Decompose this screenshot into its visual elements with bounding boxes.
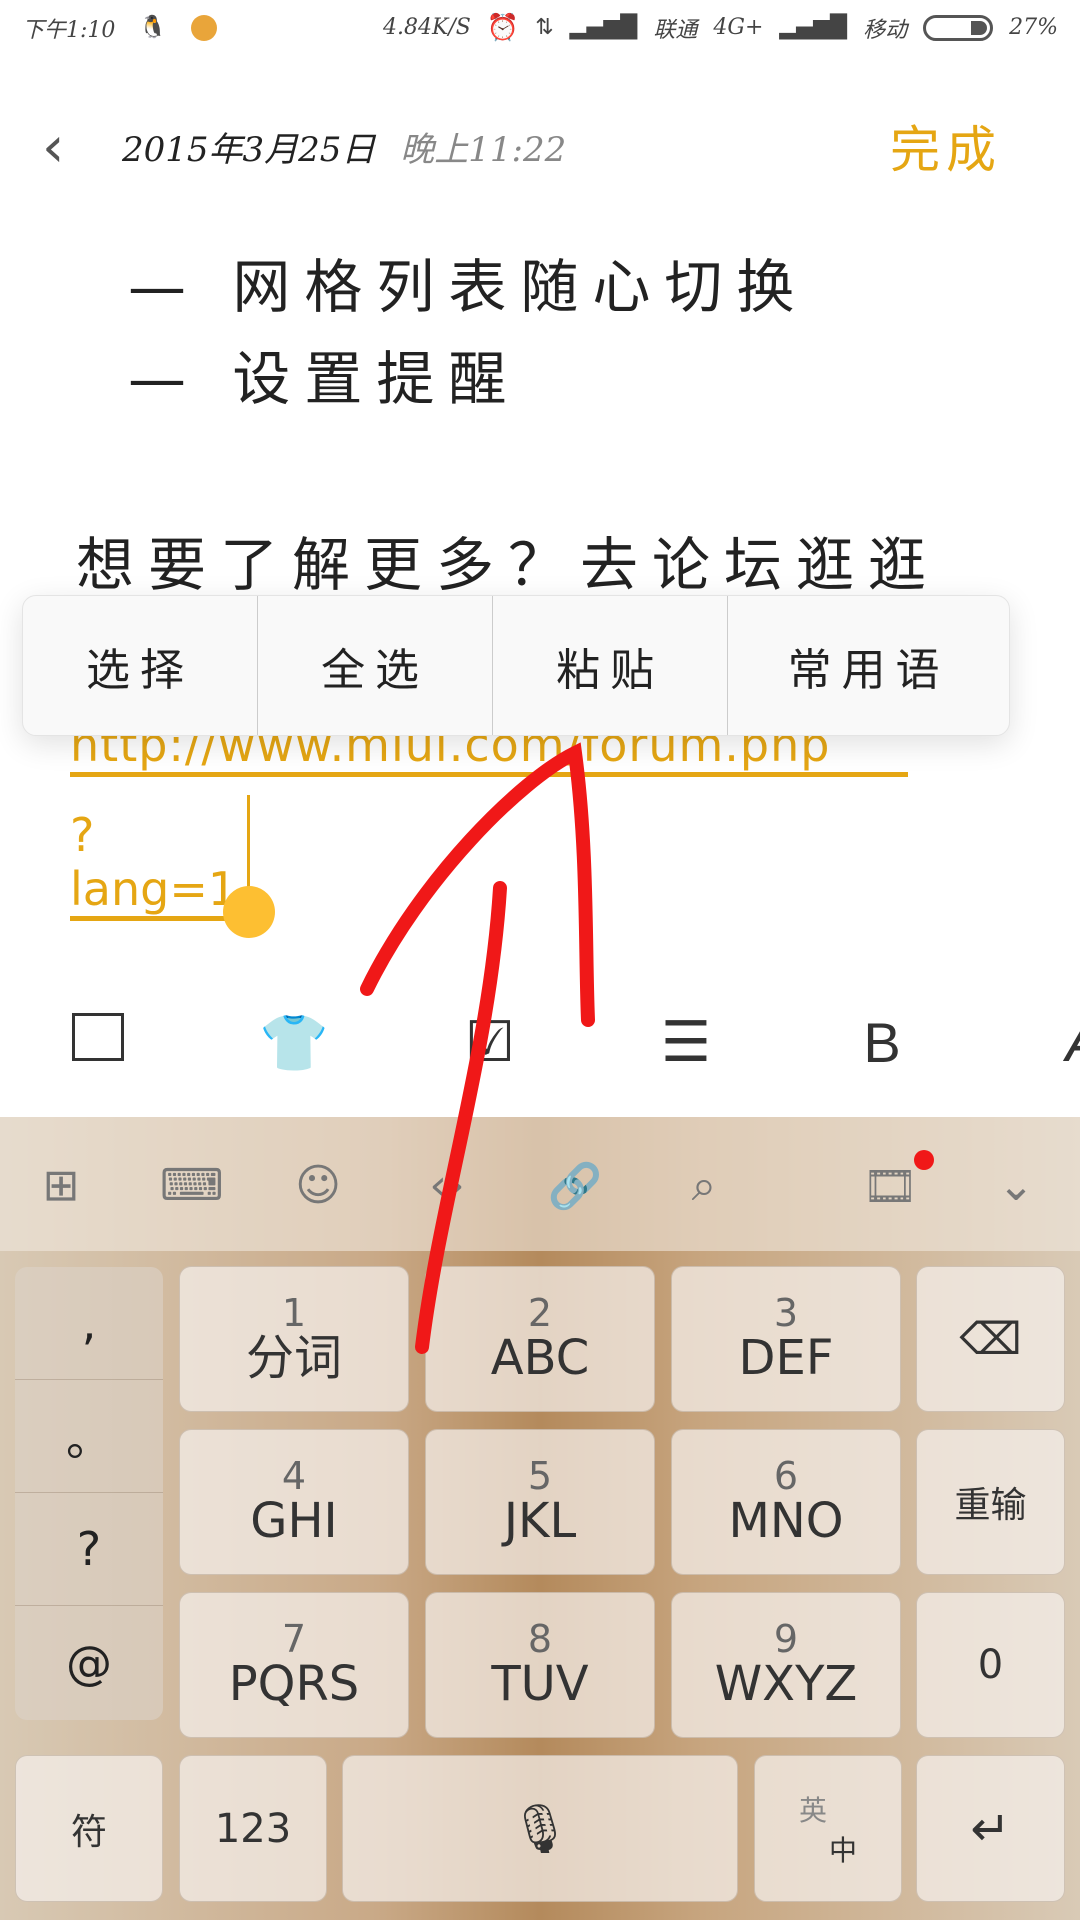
annotation-stroke bbox=[415, 881, 507, 1354]
annotation-stroke bbox=[360, 742, 595, 1027]
red-annotation bbox=[360, 742, 595, 1354]
